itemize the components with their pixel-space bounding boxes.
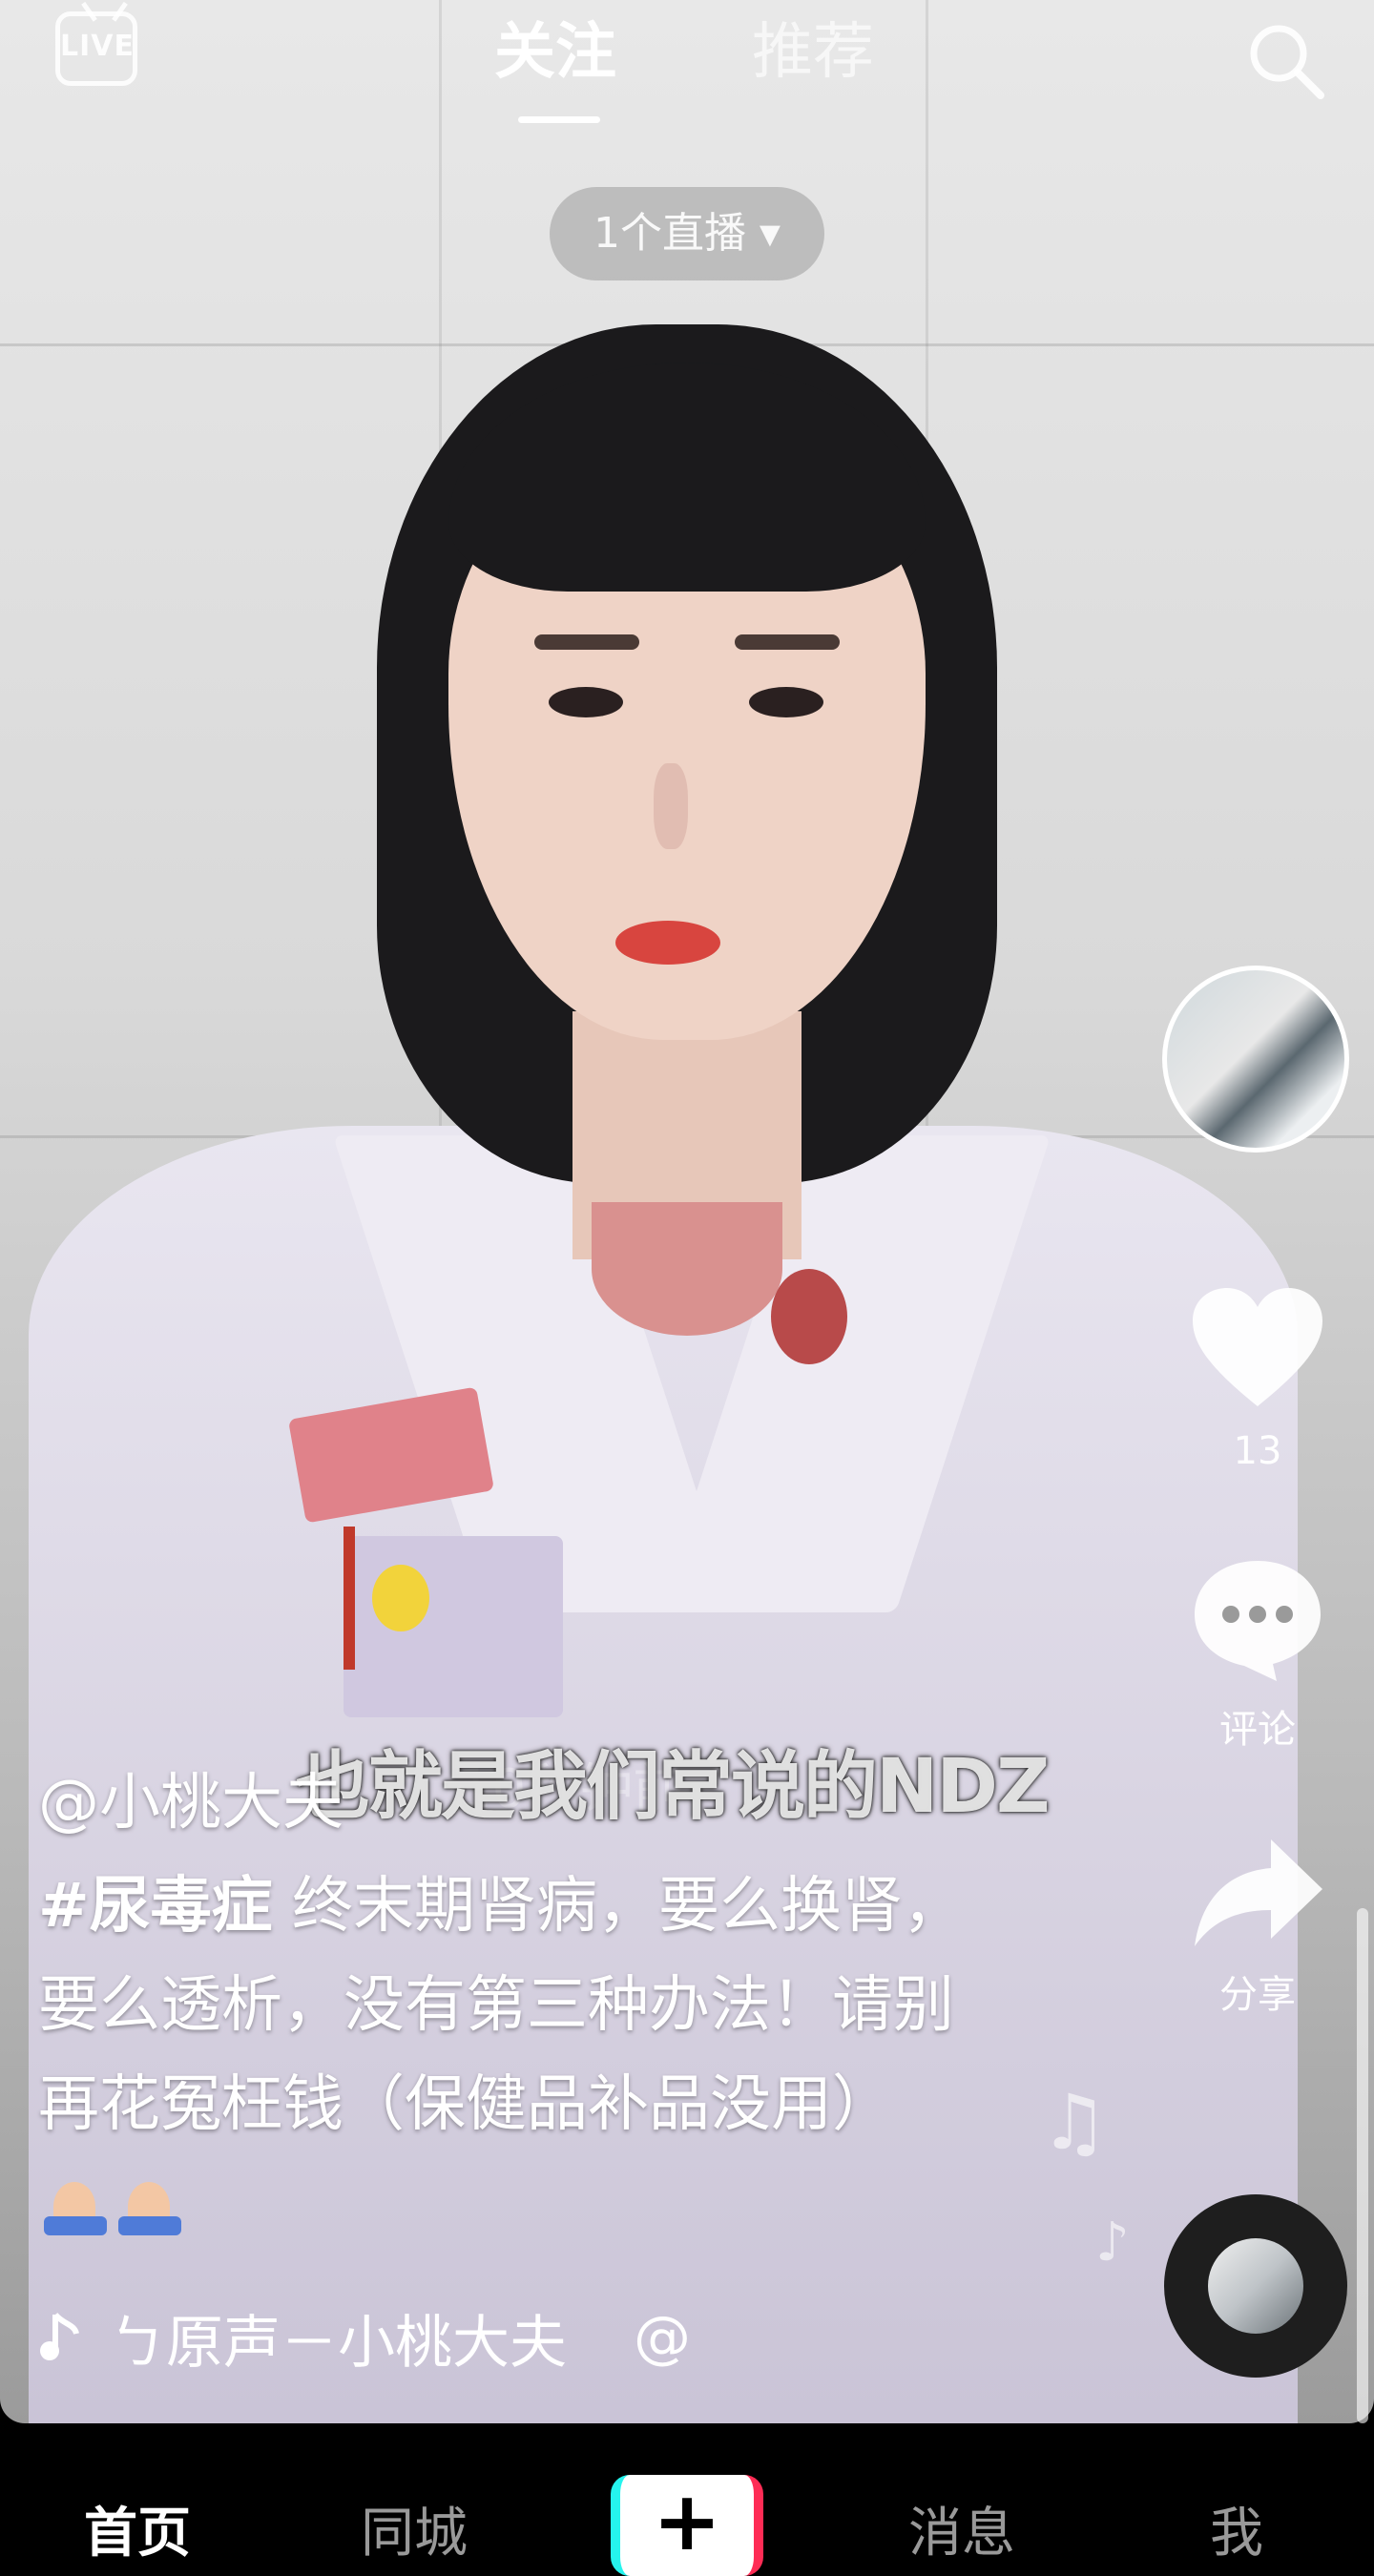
eye [549,687,623,717]
nav-me[interactable]: 我 [1210,2490,1263,2567]
music-note-icon: ♫ [1040,2078,1109,2167]
coat-pocket [344,1536,563,1717]
heart-icon[interactable] [1189,1284,1326,1410]
lips [615,921,720,965]
nav-messages[interactable]: 消息 [908,2490,1015,2567]
active-tab-indicator [518,116,600,123]
live-icon[interactable]: LIVE [55,11,137,86]
music-title: ㄅ原声－小桃大夫 [109,2309,567,2377]
duck-toy [372,1565,429,1631]
like-count: 13 [1233,1429,1282,1473]
video-caption: #尿毒症 终末期肾病，要么换肾，要么透析，没有第三种办法！请别再花冤枉钱（保健品… [38,1857,973,2254]
eyebrow [735,634,840,650]
video-subtitle: 也就是我们常说的NDZ [296,1744,1051,1830]
hashtag-link[interactable]: #尿毒症 [38,1871,273,1942]
tab-recommend[interactable]: 推荐 [752,10,874,95]
music-disc-icon[interactable] [1164,2194,1347,2378]
author-name[interactable]: @小桃大夫 [38,1754,344,1841]
lapel-pin [771,1269,847,1364]
pray-emoji-icon [113,2178,187,2236]
eyebrow [534,634,639,650]
plus-icon: + [652,2474,722,2569]
author-avatar[interactable] [1162,966,1349,1153]
side-strip [1357,1908,1368,2423]
search-icon[interactable] [1242,17,1328,103]
nose [654,763,688,849]
comment-label: 评论 [1219,1708,1296,1752]
pen [344,1527,355,1670]
eye [749,687,823,717]
music-info[interactable]: ㄅ原声－小桃大夫 @ [38,2299,691,2377]
music-note-icon [40,2312,79,2360]
share-label: 分享 [1219,1973,1296,2017]
music-at: @ [634,2304,691,2371]
share-icon[interactable] [1189,1834,1326,1952]
pray-emoji-icon [38,2178,113,2236]
nav-home[interactable]: 首页 [84,2490,191,2567]
tab-follow[interactable]: 关注 [494,10,616,95]
nav-city[interactable]: 同城 [361,2490,468,2567]
live-count-dropdown[interactable]: 1个直播 ▾ [550,187,824,280]
music-note-icon: ♪ [1095,2212,1130,2274]
comment-icon[interactable] [1189,1555,1326,1685]
add-button[interactable]: + [611,2474,763,2576]
person-shirt [592,1202,782,1336]
